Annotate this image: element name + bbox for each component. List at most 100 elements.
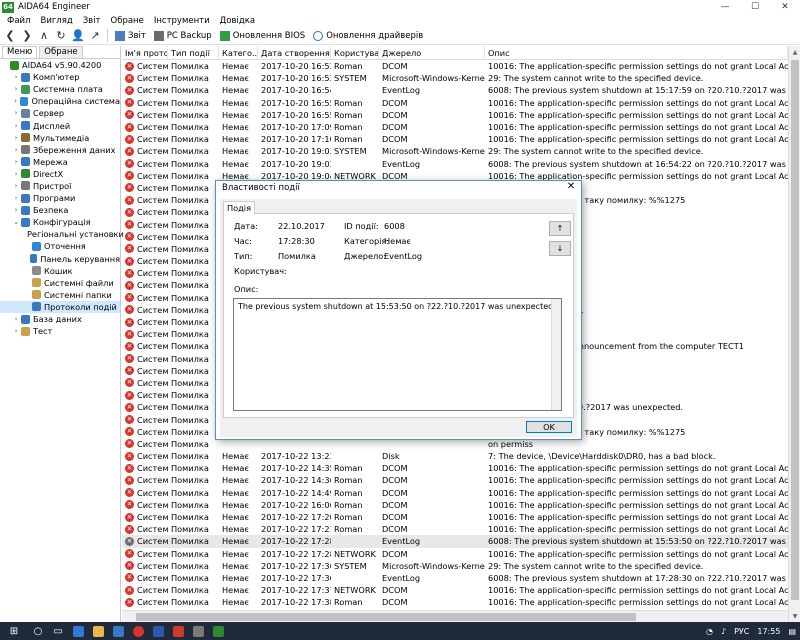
sidebar-item[interactable]: ⌄ Конфігурація bbox=[0, 216, 120, 228]
sidebar-item[interactable]: Регіональні установки bbox=[0, 228, 124, 240]
column-header-user[interactable]: Користувач bbox=[331, 46, 379, 59]
sidebar-item[interactable]: › Програми bbox=[0, 192, 120, 204]
close-button[interactable]: ✕ bbox=[770, 0, 800, 14]
menu-view[interactable]: Вигляд bbox=[35, 16, 77, 26]
table-row[interactable]: ✕СистемаПомилка Немає 2017-10-22 17:36:32S… bbox=[122, 560, 788, 572]
table-row[interactable]: ✕СистемаПомилка Немає 2017-10-20 17:09:18R… bbox=[122, 121, 788, 133]
column-header-log-name[interactable]: Ім'я прото... bbox=[122, 46, 168, 59]
sidebar-item[interactable]: › Пристрої bbox=[0, 180, 120, 192]
sidebar-item[interactable]: › DirectX bbox=[0, 168, 120, 180]
sidebar-item[interactable]: › Дисплей bbox=[0, 119, 120, 131]
expand-chevron-icon[interactable]: › bbox=[12, 122, 20, 130]
expand-chevron-icon[interactable]: › bbox=[12, 134, 20, 142]
next-event-button[interactable]: ↓ bbox=[549, 241, 571, 256]
edge-icon[interactable] bbox=[68, 622, 88, 640]
scroll-down-icon[interactable]: ▼ bbox=[789, 610, 800, 622]
table-row[interactable]: ✕СистемаПомилка Немає 2017-10-22 14:35:45R… bbox=[122, 462, 788, 474]
explorer-icon[interactable] bbox=[88, 622, 108, 640]
driver-update-button[interactable]: Оновлення драйверів bbox=[309, 28, 427, 44]
tab-favorites[interactable]: Обране bbox=[39, 46, 83, 58]
back-icon[interactable]: ❮ bbox=[2, 28, 18, 44]
horizontal-scroll-thumb[interactable] bbox=[136, 613, 636, 621]
table-row[interactable]: ✕СистемаПомилка Немає 2017-10-22 17:20:45R… bbox=[122, 511, 788, 523]
sidebar-item[interactable]: › Сервер bbox=[0, 107, 120, 119]
opera-icon[interactable] bbox=[128, 622, 148, 640]
volume-icon[interactable]: ♪ bbox=[721, 627, 726, 636]
store-icon[interactable] bbox=[108, 622, 128, 640]
table-row[interactable]: ✕СистемаПомилка Немає 2017-10-22 17:28:30 E… bbox=[122, 535, 788, 548]
sidebar-item[interactable]: Протоколи подій bbox=[0, 300, 120, 313]
horizontal-scrollbar[interactable] bbox=[122, 610, 788, 622]
table-row[interactable]: ✕СистемаПомилка Немає 2017-10-20 16:53:42R… bbox=[122, 60, 788, 72]
report-button[interactable]: Звіт bbox=[111, 28, 150, 44]
ok-button[interactable]: OK bbox=[526, 421, 572, 433]
app-icon-3[interactable] bbox=[188, 622, 208, 640]
description-textarea[interactable]: The previous system shutdown at 15:53:50… bbox=[233, 298, 562, 411]
menu-help[interactable]: Довідка bbox=[215, 16, 260, 26]
menu-report[interactable]: Звіт bbox=[78, 16, 106, 26]
sidebar-item[interactable]: › Комп'ютер bbox=[0, 71, 120, 83]
up-icon[interactable]: ∧ bbox=[36, 28, 52, 44]
expand-chevron-icon[interactable]: › bbox=[12, 158, 20, 166]
column-header-category[interactable]: Катего... bbox=[219, 46, 258, 59]
sidebar-item[interactable]: › Збереження даних bbox=[0, 144, 120, 156]
menu-tools[interactable]: Інструменти bbox=[149, 16, 215, 26]
column-header-event-type[interactable]: Тип події bbox=[168, 46, 219, 59]
maximize-button[interactable]: ☐ bbox=[740, 0, 770, 14]
table-row[interactable]: ✕СистемаПомилка Немає 2017-10-22 16:06:24R… bbox=[122, 499, 788, 511]
table-row[interactable]: ✕СистемаПомилка Немає 2017-10-20 17:10:24R… bbox=[122, 133, 788, 145]
expand-chevron-icon[interactable]: › bbox=[12, 194, 20, 202]
description-scrollbar[interactable] bbox=[551, 299, 561, 410]
search-taskbar-icon[interactable]: ○ bbox=[28, 622, 48, 640]
column-header-date[interactable]: Дата створення bbox=[258, 46, 331, 59]
sidebar-item[interactable]: Системні папки bbox=[0, 289, 120, 301]
menu-favorites[interactable]: Обране bbox=[106, 16, 149, 26]
sidebar-item[interactable]: › Системна плата bbox=[0, 83, 120, 95]
table-row[interactable]: ✕СистемаПомилка Немає 2017-10-20 16:55:25R… bbox=[122, 97, 788, 109]
expand-chevron-icon[interactable]: › bbox=[12, 206, 20, 214]
expand-chevron-icon[interactable]: › bbox=[12, 97, 19, 105]
expand-chevron-icon[interactable]: › bbox=[12, 73, 20, 81]
forward-icon[interactable]: ❯ bbox=[19, 28, 35, 44]
chart-icon[interactable]: ↗ bbox=[87, 28, 103, 44]
aida64-taskbar-icon[interactable] bbox=[208, 622, 228, 640]
clock[interactable]: 17:55 bbox=[757, 627, 780, 636]
task-view-icon[interactable]: ▭ bbox=[48, 622, 68, 640]
scroll-thumb[interactable] bbox=[791, 60, 799, 600]
expand-chevron-icon[interactable]: › bbox=[12, 315, 20, 323]
sidebar-item[interactable]: › Мультимедіа bbox=[0, 132, 120, 144]
word-icon[interactable] bbox=[148, 622, 168, 640]
table-row[interactable]: ✕СистемаПомилка Немає 2017-10-22 17:37:07N… bbox=[122, 584, 788, 596]
table-row[interactable]: ✕СистемаПомилка Немає 2017-10-22 13:23:51 D… bbox=[122, 450, 788, 462]
expand-chevron-icon[interactable]: › bbox=[12, 146, 20, 154]
table-row[interactable]: ✕СистемаПомилка Немає 2017-10-22 14:49:37R… bbox=[122, 487, 788, 499]
refresh-icon[interactable]: ↻ bbox=[53, 28, 69, 44]
minimize-button[interactable]: — bbox=[710, 0, 740, 14]
column-header-description[interactable]: Опис bbox=[485, 46, 788, 59]
network-icon[interactable]: ◔ bbox=[706, 627, 713, 636]
scroll-up-icon[interactable]: ▲ bbox=[789, 46, 800, 58]
pc-backup-button[interactable]: PC Backup bbox=[150, 28, 216, 44]
expand-chevron-icon[interactable]: ⌄ bbox=[12, 218, 20, 226]
column-header-source[interactable]: Джерело bbox=[379, 46, 485, 59]
expand-chevron-icon[interactable]: › bbox=[12, 85, 20, 93]
start-icon[interactable]: ⊞ bbox=[0, 622, 28, 640]
menu-file[interactable]: Файл bbox=[2, 16, 35, 26]
expand-chevron-icon[interactable]: › bbox=[12, 327, 20, 335]
table-row[interactable]: ✕СистемаПомилка Немає 2017-10-22 17:28:45N… bbox=[122, 548, 788, 560]
dialog-close-icon[interactable]: ✕ bbox=[565, 181, 577, 194]
table-row[interactable]: ✕СистемаПомилка Немає 2017-10-20 16:55:25R… bbox=[122, 109, 788, 121]
previous-event-button[interactable]: ↑ bbox=[549, 221, 571, 236]
sidebar-item[interactable]: Оточення bbox=[0, 240, 120, 252]
sidebar-item[interactable]: Кошик bbox=[0, 265, 120, 277]
expand-chevron-icon[interactable]: › bbox=[12, 109, 20, 117]
sidebar-item[interactable]: Системні файли bbox=[0, 277, 120, 289]
table-row[interactable]: ✕СистемаПомилка Немає 2017-10-20 19:03:17S… bbox=[122, 145, 788, 157]
table-row[interactable]: ✕СистемаПомилка Немає 2017-10-22 17:36:52 E… bbox=[122, 572, 788, 584]
app-icon-2[interactable] bbox=[168, 622, 188, 640]
vertical-scrollbar[interactable]: ▲ ▼ bbox=[788, 46, 800, 622]
sidebar-item[interactable]: › Мережа bbox=[0, 156, 120, 168]
language-indicator[interactable]: РУС bbox=[734, 627, 749, 636]
table-row[interactable]: ✕СистемаПомилка Немає 2017-10-22 17:21:35R… bbox=[122, 523, 788, 535]
table-row[interactable]: ✕СистемаПомилка Немає 2017-10-20 16:54:22 E… bbox=[122, 84, 788, 96]
